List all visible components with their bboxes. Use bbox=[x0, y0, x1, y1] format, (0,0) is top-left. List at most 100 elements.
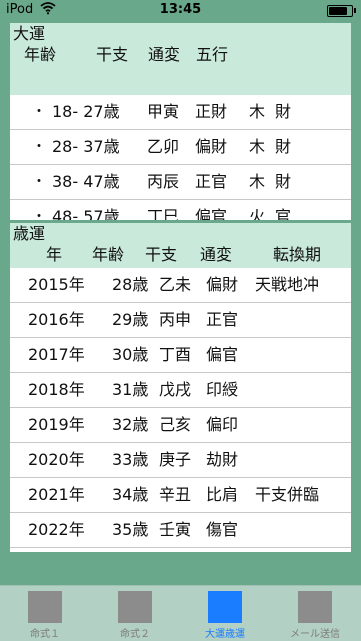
taiun-header: 大運 年齢 干支 通変 五行 bbox=[10, 23, 351, 95]
tab-meishiki-2-icon bbox=[118, 591, 152, 623]
year-cell: 2017年 bbox=[28, 345, 85, 364]
tab-label: 命式１ bbox=[30, 629, 60, 640]
category-cell: 財 bbox=[275, 137, 292, 156]
taiun-title: 大運 bbox=[13, 24, 46, 43]
bullet-mark: ・ bbox=[32, 174, 46, 190]
tsuhen-cell: 偏官 bbox=[206, 345, 239, 364]
saiun-row[interactable]: 2018年 31歳 戊戌 印綬 bbox=[10, 373, 351, 408]
category-cell: 財 bbox=[275, 102, 292, 121]
taiun-row[interactable]: ・ 38- 47歳 丙辰 正官 木財 bbox=[10, 165, 351, 200]
age-range: 38- 47歳 bbox=[52, 172, 120, 191]
tab-taiun-saiun-icon bbox=[208, 591, 242, 623]
saiun-row[interactable]: 2017年 30歳 丁酉 偏官 bbox=[10, 338, 351, 373]
saiun-list[interactable]: 2015年 28歳 乙未 偏財 天戦地冲 2016年 29歳 丙申 正官 2017年 30歳 丁酉 偏官… bbox=[10, 268, 351, 552]
year-cell: 2022年 bbox=[28, 520, 85, 539]
tsuhen-cell: 印綬 bbox=[206, 380, 239, 399]
battery-icon bbox=[327, 5, 356, 17]
kanshi-cell: 戊戌 bbox=[159, 380, 192, 399]
age-cell: 33歳 bbox=[112, 450, 149, 469]
tsuhen-cell: 正財 bbox=[195, 102, 228, 121]
year-cell: 2023年 bbox=[28, 548, 85, 552]
col-gogyo: 五行 bbox=[196, 45, 229, 64]
saiun-row[interactable]: 2022年 35歳 壬寅 傷官 bbox=[10, 513, 351, 548]
taiun-row[interactable]: ・ 48- 57歳 丁巳 偏官 火官 bbox=[10, 200, 351, 220]
age-cell: 29歳 bbox=[112, 310, 149, 329]
saiun-column-headers: 年 年齢 干支 通変 転換期 bbox=[10, 245, 351, 267]
col-age: 年齢 bbox=[24, 45, 57, 64]
saiun-row[interactable]: 2021年 34歳 辛丑 比肩 干支併臨 bbox=[10, 478, 351, 513]
kanshi-cell: 壬寅 bbox=[159, 520, 192, 539]
change-period-cell: 干支併臨 bbox=[255, 485, 320, 504]
saiun-header: 歳運 年 年齢 干支 通変 転換期 bbox=[10, 223, 351, 268]
saiun-row[interactable]: 2019年 32歳 己亥 偏印 bbox=[10, 408, 351, 443]
bullet-mark: ・ bbox=[32, 139, 46, 155]
saiun-row[interactable]: 2023年 36歳 癸卯 食神 bbox=[10, 548, 351, 552]
saiun-row[interactable]: 2020年 33歳 庚子 劫財 bbox=[10, 443, 351, 478]
age-cell: 34歳 bbox=[112, 485, 149, 504]
kanshi-cell: 庚子 bbox=[159, 450, 192, 469]
tsuhen-cell: 食神 bbox=[206, 548, 238, 552]
tsuhen-cell: 正官 bbox=[195, 172, 228, 191]
age-range: 18- 27歳 bbox=[52, 102, 120, 121]
gogyo-cell: 火 bbox=[249, 207, 266, 220]
tsuhen-cell: 劫財 bbox=[206, 450, 239, 469]
kanshi-cell: 辛丑 bbox=[159, 485, 192, 504]
kanshi-cell: 甲寅 bbox=[147, 102, 180, 121]
kanshi-cell: 丙辰 bbox=[147, 172, 180, 191]
col-kanshi: 干支 bbox=[96, 45, 129, 64]
tab-label: 命式２ bbox=[120, 629, 150, 640]
saiun-row[interactable]: 2016年 29歳 丙申 正官 bbox=[10, 303, 351, 338]
tsuhen-cell: 偏財 bbox=[195, 137, 228, 156]
age-cell: 36歳 bbox=[112, 548, 148, 552]
age-range: 28- 37歳 bbox=[52, 137, 120, 156]
tsuhen-cell: 正官 bbox=[206, 310, 239, 329]
saiun-panel: 歳運 年 年齢 干支 通変 転換期 2015年 28歳 乙未 偏財 天戦地冲 2016年 2… bbox=[10, 223, 351, 552]
tsuhen-cell: 傷官 bbox=[206, 520, 239, 539]
taiun-panel: 大運 年齢 干支 通変 五行 ・ 18- 27歳 甲寅 正財木財・ 28- 37歳 乙卯偏… bbox=[10, 23, 351, 220]
bullet-mark: ・ bbox=[32, 209, 46, 220]
saiun-title: 歳運 bbox=[13, 224, 46, 243]
clock: 13:45 bbox=[159, 2, 202, 17]
taiun-row[interactable]: ・ 18- 27歳 甲寅 正財 木財 bbox=[10, 95, 351, 130]
tab-taiun-saiun[interactable]: 大運歳運 bbox=[180, 586, 270, 641]
gogyo-cell: 木 bbox=[249, 137, 266, 156]
age-cell: 30歳 bbox=[112, 345, 149, 364]
kanshi-cell: 癸卯 bbox=[159, 548, 191, 552]
year-cell: 2015年 bbox=[28, 275, 85, 294]
age-cell: 32歳 bbox=[112, 415, 149, 434]
age-cell: 35歳 bbox=[112, 520, 149, 539]
age-cell: 28歳 bbox=[112, 275, 149, 294]
saiun-row[interactable]: 2015年 28歳 乙未 偏財 天戦地冲 bbox=[10, 268, 351, 303]
tab-mail-send[interactable]: メール送信 bbox=[270, 586, 360, 641]
col-year: 年 bbox=[46, 245, 63, 264]
taiun-list[interactable]: ・ 18- 27歳 甲寅 正財木財・ 28- 37歳 乙卯 偏財木財・ 38- 47歳 丙辰 正官… bbox=[10, 95, 351, 220]
tab-bar: 命式１ 命式２ 大運歳運 メール送信 bbox=[0, 585, 361, 641]
tab-label: メール送信 bbox=[290, 629, 340, 640]
category-cell: 財 bbox=[275, 172, 292, 191]
col-tsuhen: 通変 bbox=[148, 45, 181, 64]
year-cell: 2021年 bbox=[28, 485, 85, 504]
tsuhen-cell: 偏官 bbox=[195, 207, 228, 220]
tab-meishiki-1[interactable]: 命式１ bbox=[0, 586, 90, 641]
gogyo-cell: 木 bbox=[249, 172, 266, 191]
tab-mail-send-icon bbox=[298, 591, 332, 623]
bullet-mark: ・ bbox=[32, 104, 46, 120]
age-cell: 31歳 bbox=[112, 380, 149, 399]
col-tsuhen: 通変 bbox=[200, 245, 233, 264]
tab-meishiki-2[interactable]: 命式２ bbox=[90, 586, 180, 641]
year-cell: 2018年 bbox=[28, 380, 85, 399]
category-cell: 官 bbox=[275, 207, 292, 220]
col-kanshi: 干支 bbox=[145, 245, 178, 264]
tab-meishiki-1-icon bbox=[28, 591, 62, 623]
taiun-column-headers: 年齢 干支 通変 五行 bbox=[10, 45, 351, 67]
change-period-cell: 天戦地冲 bbox=[255, 275, 320, 294]
age-range: 48- 57歳 bbox=[52, 207, 120, 220]
col-age: 年齢 bbox=[92, 245, 125, 264]
taiun-row[interactable]: ・ 28- 37歳 乙卯 偏財 木財 bbox=[10, 130, 351, 165]
tab-label: 大運歳運 bbox=[205, 629, 245, 640]
kanshi-cell: 乙卯 bbox=[147, 137, 180, 156]
year-cell: 2016年 bbox=[28, 310, 85, 329]
year-cell: 2020年 bbox=[28, 450, 85, 469]
tsuhen-cell: 比肩 bbox=[206, 485, 239, 504]
col-change: 転換期 bbox=[273, 245, 322, 264]
